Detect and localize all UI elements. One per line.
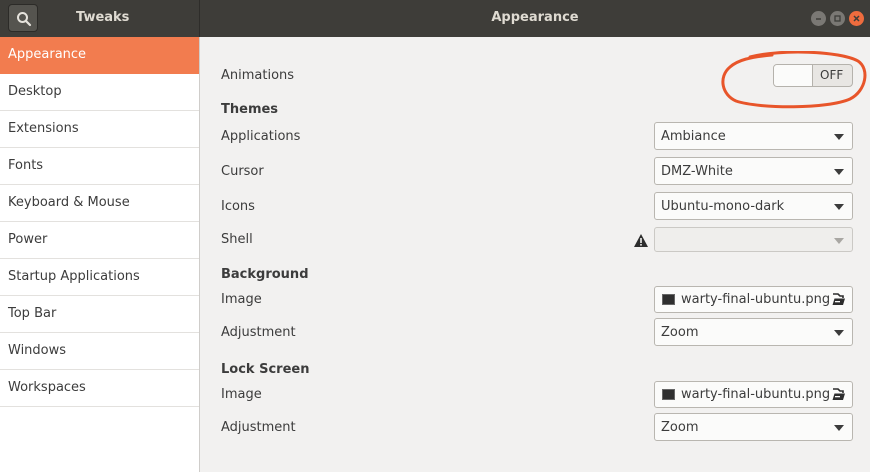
open-document-icon [831, 292, 846, 311]
dropdown-arrow-icon [834, 204, 844, 210]
background-heading: Background [221, 267, 309, 282]
sidebar-item-extensions[interactable]: Extensions [0, 111, 199, 148]
background-adjustment-label: Adjustment [221, 325, 296, 340]
dropdown-arrow-icon [834, 425, 844, 431]
sidebar-item-fonts[interactable]: Fonts [0, 148, 199, 185]
switch-knob[interactable] [774, 65, 813, 86]
minimize-button[interactable] [811, 11, 826, 26]
lock-screen-image-chooser[interactable]: warty-final-ubuntu.png [654, 381, 853, 408]
switch-state-label: OFF [820, 68, 844, 82]
sidebar-item-windows[interactable]: Windows [0, 333, 199, 370]
appearance-panel: Animations OFF Themes Applications Ambia… [200, 37, 870, 472]
sidebar-item-desktop[interactable]: Desktop [0, 74, 199, 111]
icons-label: Icons [221, 199, 255, 214]
background-image-label: Image [221, 292, 262, 307]
page-title: Appearance [491, 10, 579, 25]
image-file-icon [662, 389, 675, 400]
lock-screen-adjustment-value: Zoom [661, 420, 699, 435]
sidebar: Appearance Desktop Extensions Fonts Keyb… [0, 37, 200, 472]
sidebar-item-power[interactable]: Power [0, 222, 199, 259]
cursor-theme-value: DMZ-White [661, 164, 733, 179]
shell-label: Shell [221, 232, 253, 247]
lock-screen-heading: Lock Screen [221, 362, 310, 377]
cursor-label: Cursor [221, 164, 264, 179]
background-adjustment-select[interactable]: Zoom [654, 318, 853, 346]
dropdown-arrow-icon [834, 330, 844, 336]
open-document-icon [831, 387, 846, 406]
animations-label: Animations [221, 68, 295, 83]
icons-theme-value: Ubuntu-mono-dark [661, 199, 785, 214]
dropdown-arrow-icon [834, 169, 844, 175]
dropdown-arrow-icon [834, 238, 844, 244]
app-title: Tweaks [76, 10, 130, 25]
search-button[interactable] [8, 4, 38, 32]
sidebar-item-keyboard-mouse[interactable]: Keyboard & Mouse [0, 185, 199, 222]
close-button[interactable] [849, 11, 864, 26]
warning-icon [633, 233, 649, 252]
shell-theme-select[interactable] [654, 227, 853, 252]
background-image-value: warty-final-ubuntu.png [681, 292, 831, 307]
sidebar-item-appearance[interactable]: Appearance [0, 37, 199, 74]
sidebar-item-workspaces[interactable]: Workspaces [0, 370, 199, 407]
cursor-theme-select[interactable]: DMZ-White [654, 157, 853, 185]
applications-theme-select[interactable]: Ambiance [654, 122, 853, 150]
applications-theme-value: Ambiance [661, 129, 726, 144]
lock-screen-adjustment-label: Adjustment [221, 420, 296, 435]
sidebar-item-top-bar[interactable]: Top Bar [0, 296, 199, 333]
header-bar: Tweaks Appearance [0, 0, 870, 37]
lock-screen-image-value: warty-final-ubuntu.png [681, 387, 831, 402]
dropdown-arrow-icon [834, 134, 844, 140]
image-file-icon [662, 294, 675, 305]
applications-label: Applications [221, 129, 301, 144]
lock-screen-adjustment-select[interactable]: Zoom [654, 413, 853, 441]
icons-theme-select[interactable]: Ubuntu-mono-dark [654, 192, 853, 220]
animations-switch[interactable]: OFF [773, 64, 853, 87]
maximize-button[interactable] [830, 11, 845, 26]
themes-heading: Themes [221, 102, 279, 117]
background-image-chooser[interactable]: warty-final-ubuntu.png [654, 286, 853, 313]
lock-screen-image-label: Image [221, 387, 262, 402]
background-adjustment-value: Zoom [661, 325, 699, 340]
sidebar-item-startup-applications[interactable]: Startup Applications [0, 259, 199, 296]
